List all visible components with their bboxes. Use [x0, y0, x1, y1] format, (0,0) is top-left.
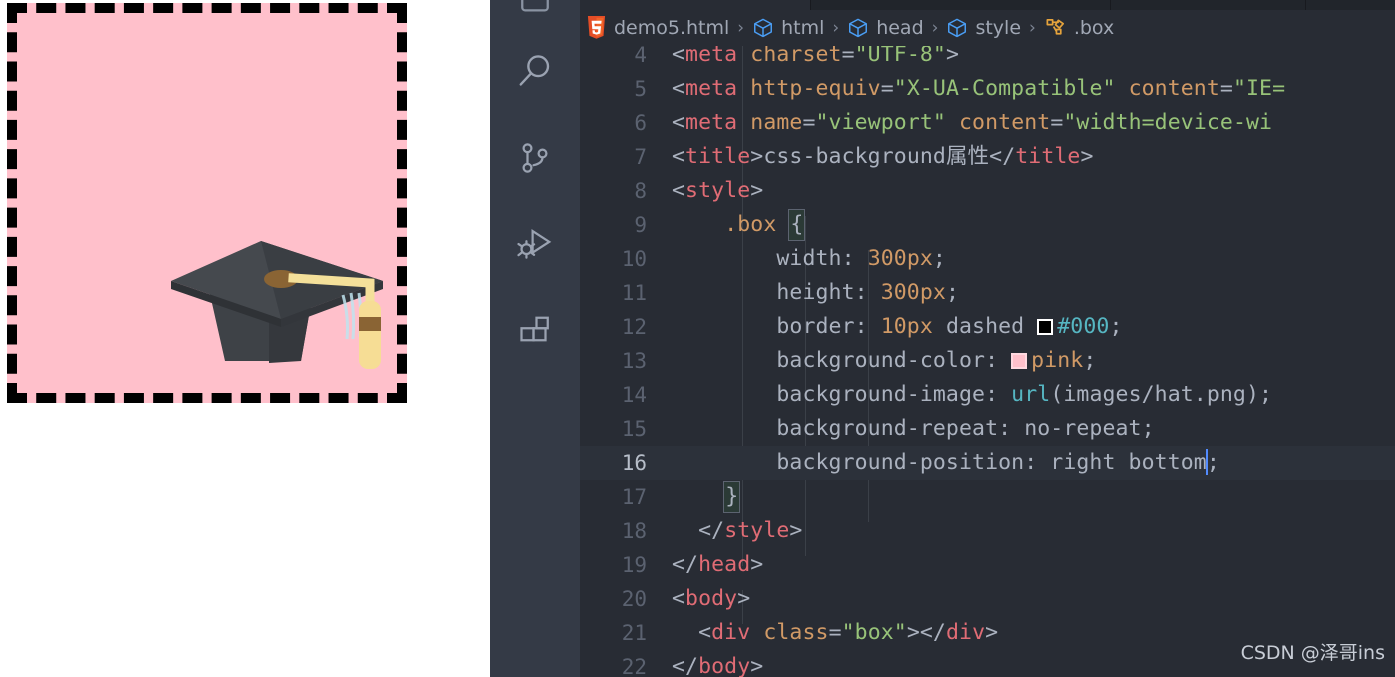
line-number: 12: [621, 315, 647, 339]
code-line[interactable]: 6 <meta name="viewport" content="width=d…: [580, 106, 1395, 140]
code-line[interactable]: 5 <meta http-equiv="X-UA-Compatible" con…: [580, 72, 1395, 106]
code-line[interactable]: 11 height: 300px;: [580, 276, 1395, 310]
tab-divider: [810, 0, 811, 10]
breadcrumb-label: demo5.html: [614, 17, 730, 39]
vscode-window: demo5.html › html › head › style › .box …: [490, 0, 1395, 677]
code-line[interactable]: 13 background-color: pink;: [580, 344, 1395, 378]
line-number: 17: [621, 485, 647, 509]
line-number: 14: [621, 383, 647, 407]
code-editor[interactable]: 4 <meta charset="UTF-8"> 5 <meta http-eq…: [580, 46, 1395, 677]
activity-bar: [490, 0, 580, 677]
line-content: border: 10px dashed #000;: [776, 314, 1123, 339]
line-content: height: 300px;: [776, 280, 959, 305]
symbol-cube-icon: [752, 17, 774, 39]
line-number: 13: [621, 349, 647, 373]
line-number: 6: [634, 111, 647, 135]
code-line[interactable]: 7 <title>css-background属性</title>: [580, 140, 1395, 174]
html5-file-icon: [586, 16, 607, 40]
breadcrumb-item-box-rule[interactable]: .box: [1044, 17, 1114, 40]
code-line[interactable]: 15 background-repeat: no-repeat;: [580, 412, 1395, 446]
color-swatch-pink[interactable]: [1011, 353, 1028, 369]
symbol-ruler-icon: [1044, 17, 1067, 40]
symbol-cube-icon: [847, 17, 869, 39]
line-content: .box {: [672, 208, 806, 242]
line-number: 16: [621, 451, 647, 475]
tab-divider: [1110, 0, 1111, 10]
tab-demo5-html[interactable]: [580, 0, 810, 10]
source-control-icon[interactable]: [490, 131, 580, 185]
line-number: 7: [634, 145, 647, 169]
line-number: 10: [621, 247, 647, 271]
line-number: 4: [634, 46, 647, 67]
line-number: 21: [621, 621, 647, 645]
extensions-icon[interactable]: [490, 305, 580, 359]
rendered-box-element: [7, 3, 407, 403]
code-line[interactable]: 10 width: 300px;: [580, 242, 1395, 276]
line-content: }: [672, 480, 741, 514]
code-line[interactable]: 12 border: 10px dashed #000;: [580, 310, 1395, 344]
line-content: <div class="box"></div>: [698, 620, 999, 645]
breadcrumb-separator: ›: [1029, 18, 1036, 38]
code-line[interactable]: 8 <style>: [580, 174, 1395, 208]
code-line[interactable]: 20 <body>: [580, 582, 1395, 616]
breadcrumb-item-head[interactable]: head: [847, 17, 924, 39]
breadcrumb: demo5.html › html › head › style › .box: [580, 10, 1395, 46]
line-content: <title>css-background属性</title>: [672, 144, 1094, 169]
line-content: width: 300px;: [776, 246, 946, 271]
code-line[interactable]: 18 </style>: [580, 514, 1395, 548]
breadcrumb-label: .box: [1073, 17, 1115, 39]
color-swatch-black[interactable]: [1037, 319, 1054, 335]
editor-tab-strip: [580, 0, 1395, 10]
graduation-cap-image: [165, 233, 397, 393]
line-content: </body>: [672, 654, 764, 677]
breadcrumb-separator: ›: [737, 18, 745, 38]
line-content: background-color: pink;: [776, 348, 1097, 373]
code-line[interactable]: 9 .box {: [580, 208, 1395, 242]
explorer-icon[interactable]: [490, 0, 580, 26]
code-line[interactable]: 14 background-image: url(images/hat.png)…: [580, 378, 1395, 412]
line-content: </style>: [698, 518, 803, 543]
line-content: background-image: url(images/hat.png);: [776, 382, 1273, 407]
breadcrumb-separator: ›: [832, 18, 840, 38]
line-content: background-repeat: no-repeat;: [776, 416, 1155, 441]
line-number: 22: [621, 655, 647, 677]
line-content: <body>: [672, 586, 751, 611]
breadcrumb-item-style[interactable]: style: [946, 17, 1021, 39]
line-number: 5: [634, 77, 647, 101]
screen-root: demo5.html › html › head › style › .box …: [0, 0, 1395, 677]
editor-column: demo5.html › html › head › style › .box …: [580, 0, 1395, 677]
breadcrumb-separator: ›: [931, 18, 939, 38]
line-content: </head>: [672, 552, 764, 577]
line-number: 19: [621, 553, 647, 577]
line-content: <style>: [672, 178, 764, 203]
code-line[interactable]: 19 </head>: [580, 548, 1395, 582]
code-line[interactable]: 4 <meta charset="UTF-8">: [580, 46, 1395, 72]
run-debug-icon[interactable]: [490, 218, 580, 272]
breadcrumb-label: head: [876, 17, 924, 39]
line-number: 8: [634, 179, 647, 203]
breadcrumb-label: html: [781, 17, 825, 39]
line-content: <meta charset="UTF-8">: [672, 46, 959, 67]
line-number: 15: [621, 417, 647, 441]
line-number: 18: [621, 519, 647, 543]
line-content: background-position: right bottom;: [776, 449, 1220, 475]
line-number: 20: [621, 587, 647, 611]
breadcrumb-label: style: [975, 17, 1022, 39]
code-line-active[interactable]: 16 background-position: right bottom;: [580, 446, 1395, 480]
symbol-cube-icon: [946, 17, 968, 39]
line-content: <meta name="viewport" content="width=dev…: [672, 110, 1273, 135]
csdn-watermark: CSDN @泽哥ins: [1240, 642, 1385, 664]
tab-divider: [1305, 0, 1306, 10]
browser-preview-pane: [0, 0, 490, 677]
breadcrumb-item-file[interactable]: demo5.html: [586, 16, 729, 40]
search-icon[interactable]: [490, 44, 580, 98]
line-number: 11: [621, 281, 647, 305]
line-content: <meta http-equiv="X-UA-Compatible" conte…: [672, 76, 1286, 101]
breadcrumb-item-html[interactable]: html: [752, 17, 824, 39]
line-number: 9: [634, 213, 647, 237]
code-line[interactable]: 17 }: [580, 480, 1395, 514]
